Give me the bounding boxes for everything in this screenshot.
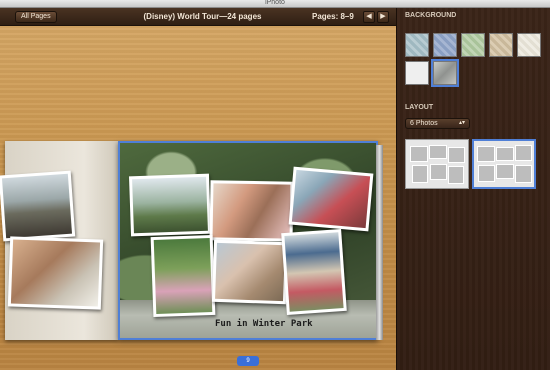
background-swatch-4[interactable] (489, 33, 513, 57)
design-sidebar: BACKGROUND LAYOUT 6 Photos ▴▾ (396, 8, 550, 370)
photo-mansion[interactable] (128, 173, 212, 237)
layout-dropdown[interactable]: 6 Photos ▴▾ (405, 118, 470, 129)
background-swatch-1[interactable] (405, 33, 429, 57)
next-page-button[interactable]: ▶ (377, 11, 389, 23)
background-section-label: BACKGROUND (405, 12, 457, 19)
photo-elder-woman[interactable] (211, 239, 289, 305)
photo-couple-outdoor[interactable] (288, 166, 374, 232)
photo-girls-garden[interactable] (150, 234, 216, 318)
background-swatch-7[interactable] (431, 59, 459, 87)
book-spine (376, 145, 383, 340)
left-photo-girl[interactable] (7, 236, 104, 310)
layout-section-label: LAYOUT (405, 104, 434, 111)
chevron-updown-icon: ▴▾ (458, 120, 465, 126)
all-pages-button[interactable]: All Pages (15, 11, 57, 23)
layout-option-1[interactable] (405, 139, 469, 189)
background-swatch-6[interactable] (405, 61, 429, 85)
layout-option-2[interactable] (472, 139, 536, 189)
book-canvas: All Pages (Disney) World Tour—24 pages P… (0, 8, 396, 370)
window-titlebar: iPhoto (0, 0, 550, 8)
background-swatch-5[interactable] (517, 33, 541, 57)
page-range-label: Pages: 8–9 (312, 12, 354, 21)
window-title: iPhoto (265, 0, 285, 6)
background-swatch-2[interactable] (433, 33, 457, 57)
page-caption[interactable]: Fun in Winter Park (215, 319, 313, 329)
background-swatch-3[interactable] (461, 33, 485, 57)
previous-page-button[interactable]: ◀ (363, 11, 375, 23)
right-page[interactable]: Fun in Winter Park (118, 141, 378, 340)
book-spread: Fun in Winter Park (0, 141, 383, 348)
photo-family-sign[interactable] (281, 229, 347, 315)
left-page[interactable] (0, 141, 118, 340)
book-title: (Disney) World Tour—24 pages (143, 12, 262, 21)
left-photo-archway[interactable] (0, 170, 76, 242)
layout-dropdown-value: 6 Photos (410, 120, 438, 127)
book-toolbar: All Pages (Disney) World Tour—24 pages P… (0, 8, 396, 26)
page-number-badge: 9 (237, 356, 259, 366)
